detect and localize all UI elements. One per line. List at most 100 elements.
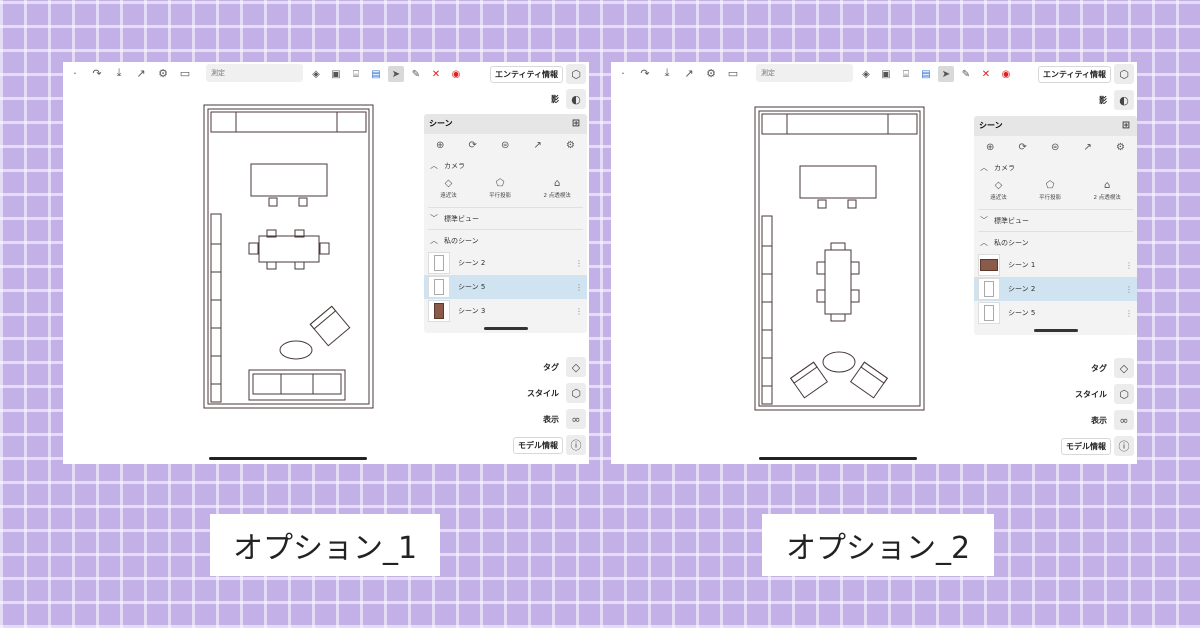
scene-thumbnail (428, 252, 450, 274)
camera-parallel[interactable]: ⬠ 平行投影 (1039, 180, 1061, 201)
section-plane-icon[interactable]: ▣ (878, 66, 894, 82)
standard-views-label: 標準ビュー (444, 214, 479, 223)
scene-row[interactable]: シーン 5 ⋮ (974, 301, 1137, 325)
my-scenes-toggle[interactable]: ︿ 私のシーン (424, 230, 587, 251)
export-icon[interactable]: ↗ (534, 140, 542, 151)
side-buttons: タグ ◇ スタイル ⬡ 表示 ∞ モデル情報 ⓘ (513, 357, 586, 455)
my-scenes-label: 私のシーン (994, 238, 1029, 247)
chevron-down-icon: ﹀ (430, 214, 438, 223)
standard-views-toggle[interactable]: ﹀ 標準ビュー (424, 208, 587, 229)
laptop-icon[interactable]: ▭ (177, 65, 193, 81)
scene-row[interactable]: シーン 3 ⋮ (424, 299, 587, 323)
shadow-button[interactable]: 影 ◐ (1095, 90, 1134, 110)
gear-icon[interactable]: ⚙ (703, 65, 719, 81)
more-icon[interactable]: ⋮ (1125, 261, 1133, 270)
camera-perspective[interactable]: ◇ 遠近法 (440, 178, 457, 199)
drag-handle[interactable] (1033, 329, 1078, 332)
orbit-icon[interactable]: ◉ (448, 66, 464, 82)
move-icon[interactable]: ✕ (428, 66, 444, 82)
app-screenshot-option-2: · ↷ ⤓ ↗ ⚙ ▭ 測定 ◈ ▣ ⌸ ▤ ➤ ✎ ✕ ◉ エンティティ情報 … (611, 62, 1137, 464)
select-arrow-icon[interactable]: ➤ (388, 66, 404, 82)
add-scene-icon[interactable]: ⊕ (436, 140, 444, 151)
export-icon[interactable]: ↗ (1084, 142, 1092, 153)
scene-row-selected[interactable]: シーン 2 ⋮ (974, 277, 1137, 301)
more-icon[interactable]: ⋮ (575, 283, 583, 292)
move-icon[interactable]: ✕ (978, 66, 994, 82)
orbit-icon[interactable]: ◉ (998, 66, 1014, 82)
pencil-icon[interactable]: ✎ (958, 66, 974, 82)
two-point-icon: ⌂ (1103, 180, 1111, 191)
tag-button[interactable]: タグ ◇ (1087, 358, 1134, 378)
more-icon[interactable]: ⋮ (1125, 309, 1133, 318)
home-indicator (759, 457, 917, 460)
measure-field[interactable]: 測定 (756, 64, 853, 82)
display-button[interactable]: 表示 ∞ (539, 409, 586, 429)
gear-icon[interactable]: ⚙ (155, 65, 171, 81)
my-scenes-toggle[interactable]: ︿ 私のシーン (974, 232, 1137, 253)
camera-two-point[interactable]: ⌂ 2 点透視法 (544, 178, 571, 199)
paint-bucket-icon[interactable]: ◈ (858, 66, 874, 82)
shadow-label: 影 (547, 91, 563, 107)
scene-row-selected[interactable]: シーン 5 ⋮ (424, 275, 587, 299)
layers-icon[interactable]: ▤ (918, 66, 934, 82)
desk-chairs (817, 199, 857, 209)
cylinder-icon[interactable]: ⌸ (348, 66, 364, 82)
clapper-icon[interactable]: ⊞ (567, 115, 585, 133)
export-icon[interactable]: ⤓ (111, 65, 127, 81)
display-label: 表示 (539, 411, 563, 427)
scene-row[interactable]: シーン 2 ⋮ (424, 251, 587, 275)
drag-handle[interactable] (483, 327, 528, 330)
chevron-up-icon: ︿ (430, 236, 438, 245)
tag-button[interactable]: タグ ◇ (539, 357, 586, 377)
measure-field[interactable]: 測定 (206, 64, 303, 82)
model-info-button[interactable]: モデル情報 ⓘ (513, 435, 586, 455)
scene-name: シーン 1 (1008, 261, 1036, 269)
add-scene-icon[interactable]: ⊕ (986, 142, 994, 153)
camera-parallel[interactable]: ⬠ 平行投影 (489, 178, 511, 199)
update-scene-icon[interactable]: ⟳ (469, 140, 477, 151)
style-button[interactable]: スタイル ⬡ (1071, 384, 1134, 404)
share-icon[interactable]: ↗ (681, 65, 697, 81)
rug (822, 351, 856, 373)
gear-icon[interactable]: ⚙ (1116, 142, 1125, 153)
clapper-icon[interactable]: ⊞ (1117, 117, 1135, 135)
laptop-icon[interactable]: ▭ (725, 65, 741, 81)
model-info-button[interactable]: モデル情報 ⓘ (1061, 436, 1134, 456)
camera-label: 遠近法 (440, 193, 457, 199)
camera-perspective[interactable]: ◇ 遠近法 (990, 180, 1007, 201)
export-icon[interactable]: ⤓ (659, 65, 675, 81)
style-button[interactable]: スタイル ⬡ (523, 383, 586, 403)
layers-icon[interactable]: ▤ (368, 66, 384, 82)
redo-icon[interactable]: ↷ (89, 65, 105, 81)
more-icon[interactable]: · (615, 65, 631, 81)
display-button[interactable]: 表示 ∞ (1087, 410, 1134, 430)
paint-bucket-icon[interactable]: ◈ (308, 66, 324, 82)
cylinder-icon[interactable]: ⌸ (898, 66, 914, 82)
section-plane-icon[interactable]: ▣ (328, 66, 344, 82)
scene-actions: ⊕ ⟳ ⊜ ↗ ⚙ (424, 134, 587, 155)
update-scene-icon[interactable]: ⟳ (1019, 142, 1027, 153)
entity-info-label: エンティティ情報 (489, 65, 563, 83)
camera-label: 遠近法 (990, 195, 1007, 201)
shadow-button[interactable]: 影 ◐ (547, 89, 586, 109)
chevron-down-icon: ﹀ (980, 216, 988, 225)
gear-icon[interactable]: ⚙ (566, 140, 575, 151)
stop-icon[interactable]: ⊜ (1051, 142, 1059, 153)
scene-row[interactable]: シーン 1 ⋮ (974, 253, 1137, 277)
stop-icon[interactable]: ⊜ (501, 140, 509, 151)
select-arrow-icon[interactable]: ➤ (938, 66, 954, 82)
camera-section-toggle[interactable]: ︿ カメラ (974, 157, 1137, 178)
more-icon[interactable]: · (67, 65, 83, 81)
more-icon[interactable]: ⋮ (575, 259, 583, 268)
entity-info-button[interactable]: エンティティ情報 ⬡ (1037, 64, 1134, 84)
pencil-icon[interactable]: ✎ (408, 66, 424, 82)
shadow-icon: ◐ (1114, 90, 1134, 110)
share-icon[interactable]: ↗ (133, 65, 149, 81)
more-icon[interactable]: ⋮ (1125, 285, 1133, 294)
camera-two-point[interactable]: ⌂ 2 点透視法 (1094, 180, 1121, 201)
redo-icon[interactable]: ↷ (637, 65, 653, 81)
more-icon[interactable]: ⋮ (575, 307, 583, 316)
standard-views-toggle[interactable]: ﹀ 標準ビュー (974, 210, 1137, 231)
camera-section-toggle[interactable]: ︿ カメラ (424, 155, 587, 176)
entity-info-button[interactable]: エンティティ情報 ⬡ (489, 64, 586, 84)
